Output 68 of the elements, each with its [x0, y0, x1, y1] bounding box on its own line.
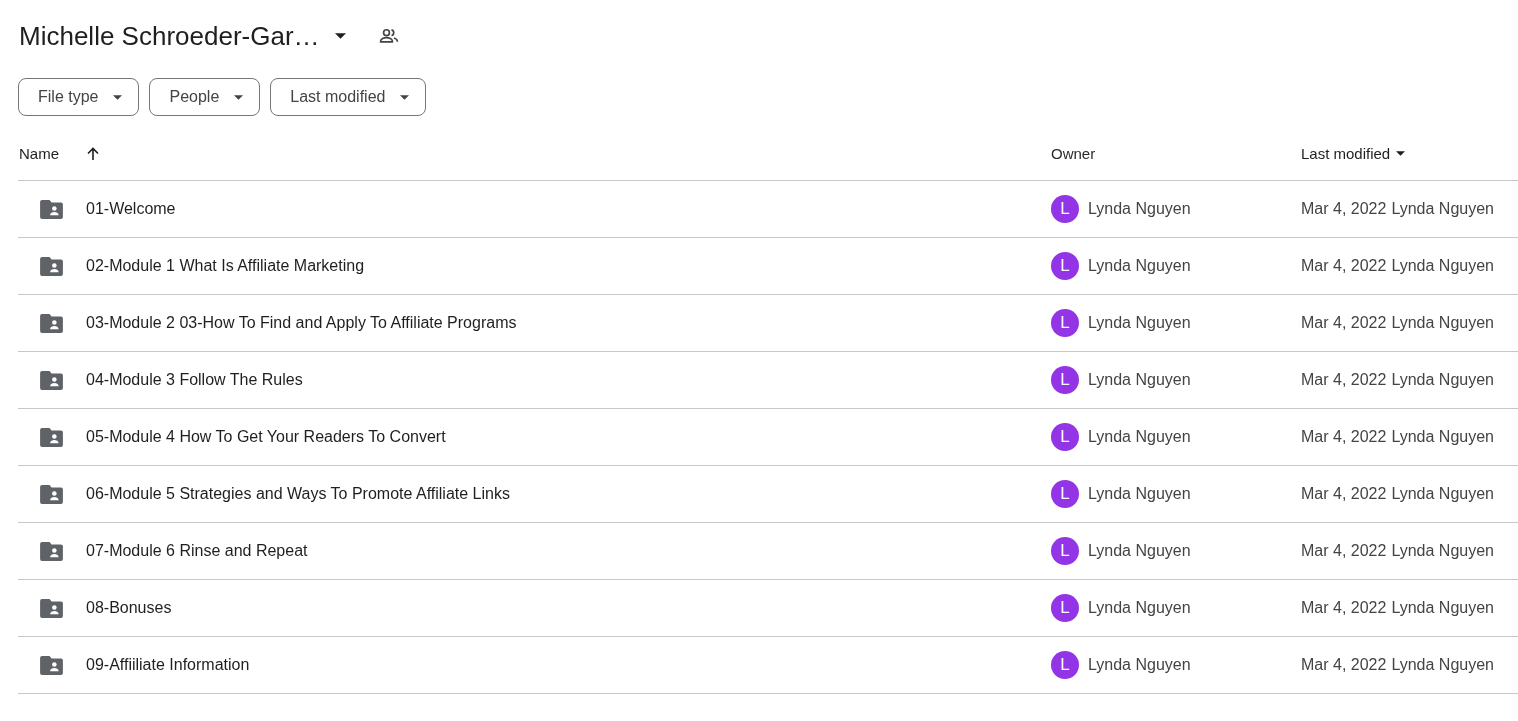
modified-date: Mar 4, 2022 [1301, 656, 1387, 674]
modifier-name: Lynda Nguyen [1391, 257, 1494, 275]
shared-folder-icon [40, 541, 63, 561]
owner-name: Lynda Nguyen [1088, 542, 1191, 560]
modified-date: Mar 4, 2022 [1301, 257, 1387, 275]
modifier-name: Lynda Nguyen [1391, 542, 1494, 560]
shared-folder-icon [40, 484, 63, 504]
avatar: L [1051, 537, 1079, 565]
owner-name: Lynda Nguyen [1088, 485, 1191, 503]
folder-name[interactable]: 08-Bonuses [86, 599, 172, 617]
avatar: L [1051, 480, 1079, 508]
modified-date: Mar 4, 2022 [1301, 314, 1387, 332]
shared-folder-icon [40, 199, 63, 219]
avatar: L [1051, 594, 1079, 622]
folder-name[interactable]: 03-Module 2 03-How To Find and Apply To Affiliate Programs [86, 314, 517, 332]
modified-date: Mar 4, 2022 [1301, 371, 1387, 389]
owner-name: Lynda Nguyen [1088, 599, 1191, 617]
sort-arrow-icon[interactable] [85, 145, 101, 162]
shared-folder-icon [40, 598, 63, 618]
modified-date: Mar 4, 2022 [1301, 542, 1387, 560]
folder-name[interactable]: 07-Module 6 Rinse and Repeat [86, 542, 308, 560]
shared-folder-icon [40, 313, 63, 333]
modifier-name: Lynda Nguyen [1391, 428, 1494, 446]
shared-folder-icon [40, 370, 63, 390]
caret-icon [113, 94, 123, 100]
owner-name: Lynda Nguyen [1088, 428, 1191, 446]
folder-name[interactable]: 05-Module 4 How To Get Your Readers To Convert [86, 428, 446, 446]
shared-folder-icon [40, 256, 63, 276]
avatar: L [1051, 366, 1079, 394]
caret-icon [234, 94, 244, 100]
modifier-name: Lynda Nguyen [1391, 599, 1494, 617]
filter-chip[interactable]: File type [18, 78, 140, 116]
owner-name: Lynda Nguyen [1088, 656, 1191, 674]
owner-name: Lynda Nguyen [1088, 200, 1191, 218]
people-icon[interactable] [378, 26, 399, 46]
modified-date: Mar 4, 2022 [1301, 428, 1387, 446]
modifier-name: Lynda Nguyen [1391, 485, 1494, 503]
caret-icon[interactable] [1396, 151, 1406, 156]
owner-name: Lynda Nguyen [1088, 314, 1191, 332]
column-header[interactable]: Last modified [1301, 145, 1391, 162]
avatar: L [1051, 252, 1079, 280]
shared-folder-icon [40, 655, 63, 675]
modified-date: Mar 4, 2022 [1301, 599, 1387, 617]
avatar: L [1051, 651, 1079, 679]
column-header[interactable]: Name [19, 145, 59, 162]
folder-name[interactable]: 06-Module 5 Strategies and Ways To Promote Affiliate Links [86, 485, 510, 503]
caret-icon [400, 94, 410, 100]
filter-chip[interactable]: People [149, 78, 261, 116]
modifier-name: Lynda Nguyen [1391, 371, 1494, 389]
owner-name: Lynda Nguyen [1088, 371, 1191, 389]
folder-name[interactable]: 09-Affiiliate Information [86, 656, 250, 674]
avatar: L [1051, 195, 1079, 223]
modified-date: Mar 4, 2022 [1301, 485, 1387, 503]
folder-title[interactable]: Michelle Schroeder-Gar… [19, 20, 320, 52]
modifier-name: Lynda Nguyen [1391, 314, 1494, 332]
shared-folder-icon [40, 427, 63, 447]
folder-name[interactable]: 01-Welcome [86, 200, 176, 218]
filter-chip[interactable]: Last modified [270, 78, 427, 116]
folder-name[interactable]: 02-Module 1 What Is Affiliate Marketing [86, 257, 365, 275]
modifier-name: Lynda Nguyen [1391, 656, 1494, 674]
modified-date: Mar 4, 2022 [1301, 200, 1387, 218]
caret-icon[interactable] [334, 33, 346, 39]
avatar: L [1051, 423, 1079, 451]
modifier-name: Lynda Nguyen [1391, 200, 1494, 218]
column-header[interactable]: Owner [1051, 145, 1096, 162]
folder-name[interactable]: 04-Module 3 Follow The Rules [86, 371, 303, 389]
avatar: L [1051, 309, 1079, 337]
owner-name: Lynda Nguyen [1088, 257, 1191, 275]
